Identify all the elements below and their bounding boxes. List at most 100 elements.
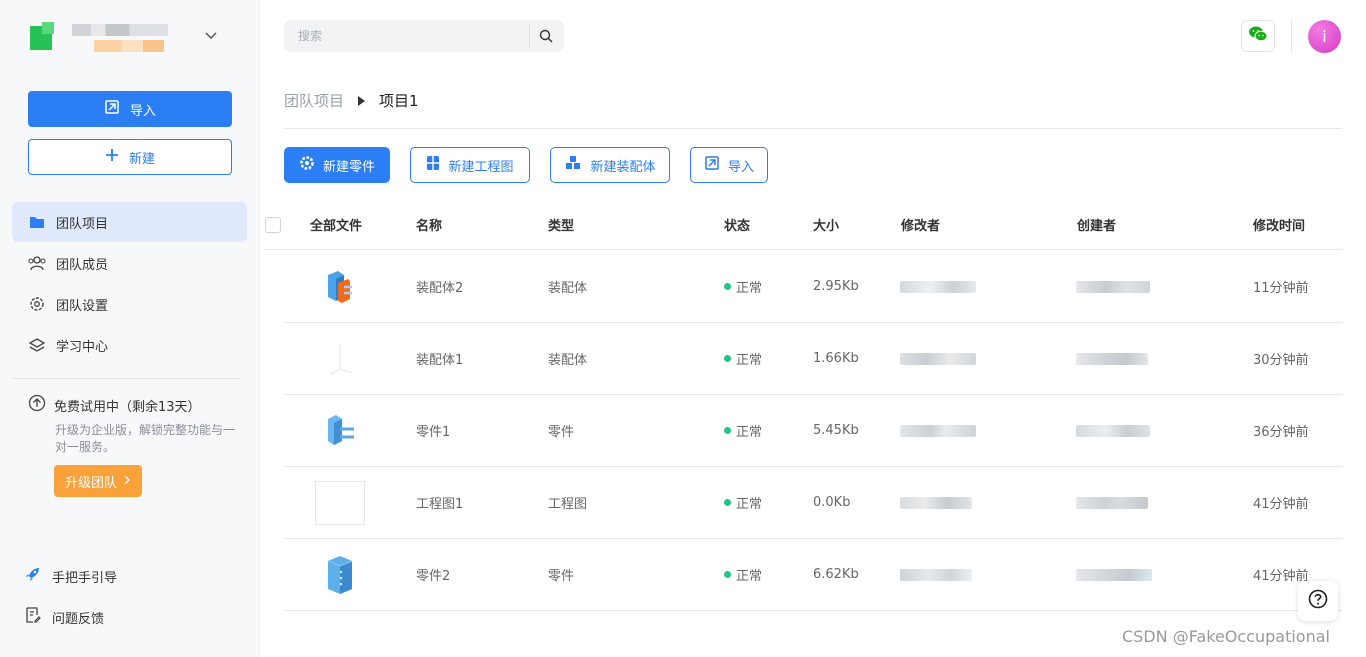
column-header-all-files: 全部文件 (310, 219, 363, 234)
status-badge: 正常 (724, 323, 762, 394)
file-name[interactable]: 装配体2 (416, 251, 463, 322)
sidebar-import-label: 导入 (129, 103, 156, 119)
wechat-icon (1248, 25, 1268, 47)
file-type: 工程图 (548, 497, 588, 512)
sidebar-item-team-members[interactable]: 团队成员 (12, 243, 247, 283)
sidebar-nav: 团队项目 团队成员 团队设置 学习中心 (12, 202, 247, 366)
wechat-button[interactable] (1241, 20, 1275, 52)
feedback-icon (24, 606, 42, 628)
file-type: 装配体 (548, 281, 588, 296)
empty-axes-thumbnail (310, 335, 370, 383)
watermark: CSDN @FakeOccupational (1122, 627, 1330, 646)
sidebar-item-label: 团队成员 (56, 257, 109, 273)
search-icon[interactable] (536, 26, 556, 46)
trial-panel: 免费试用中（剩余13天） 升级为企业版，解锁完整功能与一对一服务。 (28, 394, 240, 456)
gear-icon (299, 155, 315, 175)
creator-blurred (1076, 539, 1152, 610)
app: 导入 新建 团队项目 团队成员 团队设置 学习中心 免费试用中（剩余13天） 升… (0, 0, 1366, 657)
modifier-blurred (900, 323, 976, 394)
help-button[interactable] (1298, 581, 1338, 621)
sidebar-divider (12, 378, 240, 379)
sidebar-item-learning-center[interactable]: 学习中心 (12, 325, 247, 365)
sidebar-new-button[interactable]: 新建 (28, 139, 232, 175)
status-badge: 正常 (724, 251, 762, 322)
modified-time: 36分钟前 (1253, 425, 1309, 440)
table-row[interactable]: 工程图1 工程图 正常 0.0Kb 41分钟前 (284, 467, 1342, 539)
column-header-size[interactable]: 大小 (813, 200, 839, 249)
modifier-blurred (900, 539, 972, 610)
file-type: 零件 (548, 569, 575, 584)
file-size: 5.45Kb (813, 423, 859, 438)
question-icon (1308, 589, 1328, 613)
import-label: 导入 (727, 159, 754, 175)
feedback-link[interactable]: 问题反馈 (24, 606, 104, 628)
sidebar-item-team-projects[interactable]: 团队项目 (12, 202, 247, 242)
column-header-modified-time[interactable]: 修改时间 (1253, 200, 1305, 249)
file-name[interactable]: 装配体1 (416, 323, 463, 394)
new-drawing-button[interactable]: 新建工程图 (410, 147, 530, 183)
search-bar (284, 20, 564, 52)
caret-right-icon (358, 95, 366, 106)
column-header-name[interactable]: 名称 (416, 200, 442, 249)
guide-label: 手把手引导 (52, 570, 118, 586)
team-name-blurred (68, 18, 178, 58)
status-badge: 正常 (724, 395, 762, 466)
status-badge: 正常 (724, 539, 762, 610)
team-switcher[interactable] (28, 14, 228, 62)
table-row[interactable]: 零件1 零件 正常 5.45Kb 36分钟前 (284, 395, 1342, 467)
feedback-label: 问题反馈 (52, 611, 105, 627)
new-assembly-button[interactable]: 新建装配体 (550, 147, 670, 183)
creator-blurred (1076, 323, 1148, 394)
chevron-right-icon (123, 474, 131, 489)
import-button[interactable]: 导入 (690, 147, 768, 183)
file-size: 2.95Kb (813, 279, 859, 294)
modified-time: 11分钟前 (1253, 281, 1309, 296)
import-icon (104, 99, 120, 119)
import-icon (704, 155, 720, 175)
modified-time: 30分钟前 (1253, 353, 1309, 368)
column-header-creator[interactable]: 创建者 (1077, 200, 1116, 249)
team-members-icon (28, 254, 46, 272)
column-header-modifier[interactable]: 修改者 (901, 200, 940, 249)
search-input[interactable] (284, 20, 529, 52)
table-row[interactable]: 装配体2 装配体 正常 2.95Kb 11分钟前 (284, 251, 1342, 323)
breadcrumb: 团队项目 项目1 (284, 90, 419, 111)
chevron-down-icon[interactable] (202, 28, 220, 46)
file-name[interactable]: 零件1 (416, 395, 450, 466)
upgrade-team-button[interactable]: 升级团队 (54, 465, 142, 497)
sidebar-new-label: 新建 (128, 151, 155, 167)
table-row[interactable]: 零件2 零件 正常 6.62Kb 41分钟前 (284, 539, 1342, 611)
trial-title: 免费试用中（剩余13天） (54, 399, 201, 415)
modifier-blurred (900, 395, 976, 466)
file-name[interactable]: 零件2 (416, 539, 450, 610)
modifier-blurred (900, 251, 976, 322)
select-all-checkbox[interactable] (265, 216, 281, 233)
gear-icon (28, 295, 46, 313)
column-header-status[interactable]: 状态 (724, 200, 750, 249)
avatar-letter: i (1322, 27, 1327, 46)
sidebar-item-label: 学习中心 (56, 339, 109, 355)
status-badge: 正常 (724, 467, 762, 538)
avatar[interactable]: i (1308, 20, 1341, 53)
file-type: 零件 (548, 425, 575, 440)
layers-icon (28, 336, 46, 354)
arrow-up-circle-icon (28, 394, 46, 416)
drawing-thumbnail (310, 479, 370, 527)
file-size: 6.62Kb (813, 567, 859, 582)
table-header: 全部文件 名称 类型 状态 大小 修改者 创建者 修改时间 (264, 200, 1342, 250)
assembly-thumbnail (310, 263, 370, 311)
creator-blurred (1076, 251, 1150, 322)
trial-description: 升级为企业版，解锁完整功能与一对一服务。 (55, 423, 236, 454)
sidebar-import-button[interactable]: 导入 (28, 91, 232, 127)
column-header-type[interactable]: 类型 (548, 200, 574, 249)
folder-icon (28, 213, 46, 231)
guide-link[interactable]: 手把手引导 (24, 565, 117, 587)
table-row[interactable]: 装配体1 装配体 正常 1.66Kb 30分钟前 (284, 323, 1342, 395)
new-assembly-label: 新建装配体 (590, 159, 656, 175)
sidebar-item-team-settings[interactable]: 团队设置 (12, 284, 247, 324)
file-name[interactable]: 工程图1 (416, 467, 463, 538)
upgrade-label: 升级团队 (64, 475, 117, 491)
new-part-button[interactable]: 新建零件 (284, 147, 390, 183)
creator-blurred (1076, 395, 1150, 466)
breadcrumb-parent[interactable]: 团队项目 (284, 90, 344, 111)
